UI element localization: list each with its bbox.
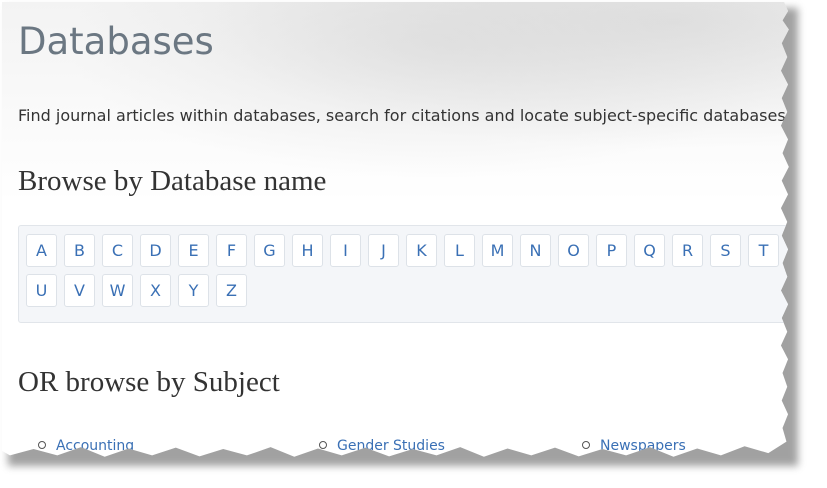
bullet-icon [582,441,590,449]
page-intro: Find journal articles within databases, … [18,106,786,125]
letter-link[interactable]: R [672,234,703,267]
letter-link[interactable]: K [406,234,437,267]
page-title: Databases [18,20,214,63]
subject-item[interactable]: Gender Studies [319,438,445,454]
letter-link[interactable]: A [26,234,57,267]
browse-by-name-heading: Browse by Database name [18,165,327,197]
letter-link[interactable]: B [64,234,95,267]
letter-link[interactable]: D [140,234,171,267]
letter-link[interactable]: P [596,234,627,267]
browse-by-subject-heading: OR browse by Subject [18,366,280,398]
letter-link[interactable]: V [64,274,95,307]
letter-link[interactable]: S [710,234,741,267]
letter-link[interactable]: Q [634,234,665,267]
letter-link[interactable]: X [140,274,171,307]
subject-link[interactable]: Gender Studies [337,438,445,454]
letter-link[interactable]: E [178,234,209,267]
bullet-icon [319,441,327,449]
letter-link[interactable]: H [292,234,323,267]
letter-link[interactable]: N [520,234,551,267]
letter-link[interactable]: Z [216,274,247,307]
alphabet-row-2: UVWXYZ [26,274,247,307]
letter-link[interactable]: C [102,234,133,267]
letter-link[interactable]: G [254,234,285,267]
letter-link[interactable]: O [558,234,589,267]
letter-link[interactable]: W [102,274,133,307]
letter-link[interactable]: U [26,274,57,307]
page: Databases Find journal articles within d… [2,2,789,457]
letter-link[interactable]: T [748,234,779,267]
screenshot-frame: Databases Find journal articles within d… [0,0,827,488]
letter-link[interactable]: J [368,234,399,267]
letter-link[interactable]: F [216,234,247,267]
letter-link[interactable]: Y [178,274,209,307]
alphabet-filter: ABCDEFGHIJKLMNOPQRST UVWXYZ [18,225,789,323]
bullet-icon [38,441,46,449]
letter-link[interactable]: L [444,234,475,267]
alphabet-row-1: ABCDEFGHIJKLMNOPQRST [26,234,779,267]
letter-link[interactable]: I [330,234,361,267]
letter-link[interactable]: M [482,234,513,267]
